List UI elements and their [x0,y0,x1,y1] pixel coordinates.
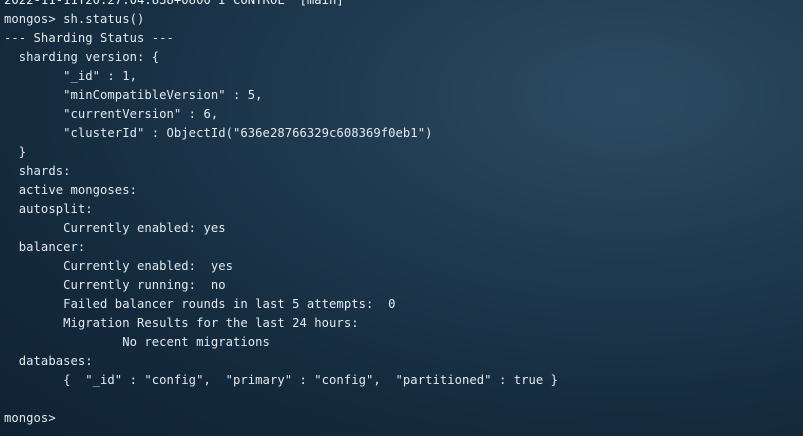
terminal-line: --- Sharding Status --- [4,31,174,45]
terminal-line: shards: [4,164,71,178]
terminal-line: "clusterId" : ObjectId("636e28766329c608… [4,126,433,140]
terminal-line: "_id" : 1, [4,69,137,83]
terminal-line: active mongoses: [4,183,137,197]
terminal-line: "currentVersion" : 6, [4,107,219,121]
terminal-window[interactable]: 2022-11-11T20:27:04.838+0800 I CONTROL [… [0,0,803,436]
terminal-line: "minCompatibleVersion" : 5, [4,88,263,102]
terminal-line: Currently running: no [4,278,226,292]
terminal-prompt[interactable]: mongos> [4,409,803,428]
terminal-line: Migration Results for the last 24 hours: [4,316,359,330]
terminal-line: balancer: [4,240,86,254]
terminal-line: Currently enabled: yes [4,221,226,235]
terminal-line: sharding version: { [4,50,160,64]
terminal-line: { "_id" : "config", "primary" : "config"… [4,373,559,387]
terminal-line: Currently enabled: yes [4,259,234,273]
terminal-line: databases: [4,354,93,368]
terminal-line: mongos> sh.status() [4,12,145,26]
terminal-line: } [4,145,27,159]
terminal-line: 2022-11-11T20:27:04.838+0800 I CONTROL [… [4,0,344,7]
terminal-line: autosplit: [4,202,93,216]
terminal-output: 2022-11-11T20:27:04.838+0800 I CONTROL [… [4,0,803,428]
terminal-line: No recent migrations [4,335,270,349]
terminal-line: Failed balancer rounds in last 5 attempt… [4,297,396,311]
